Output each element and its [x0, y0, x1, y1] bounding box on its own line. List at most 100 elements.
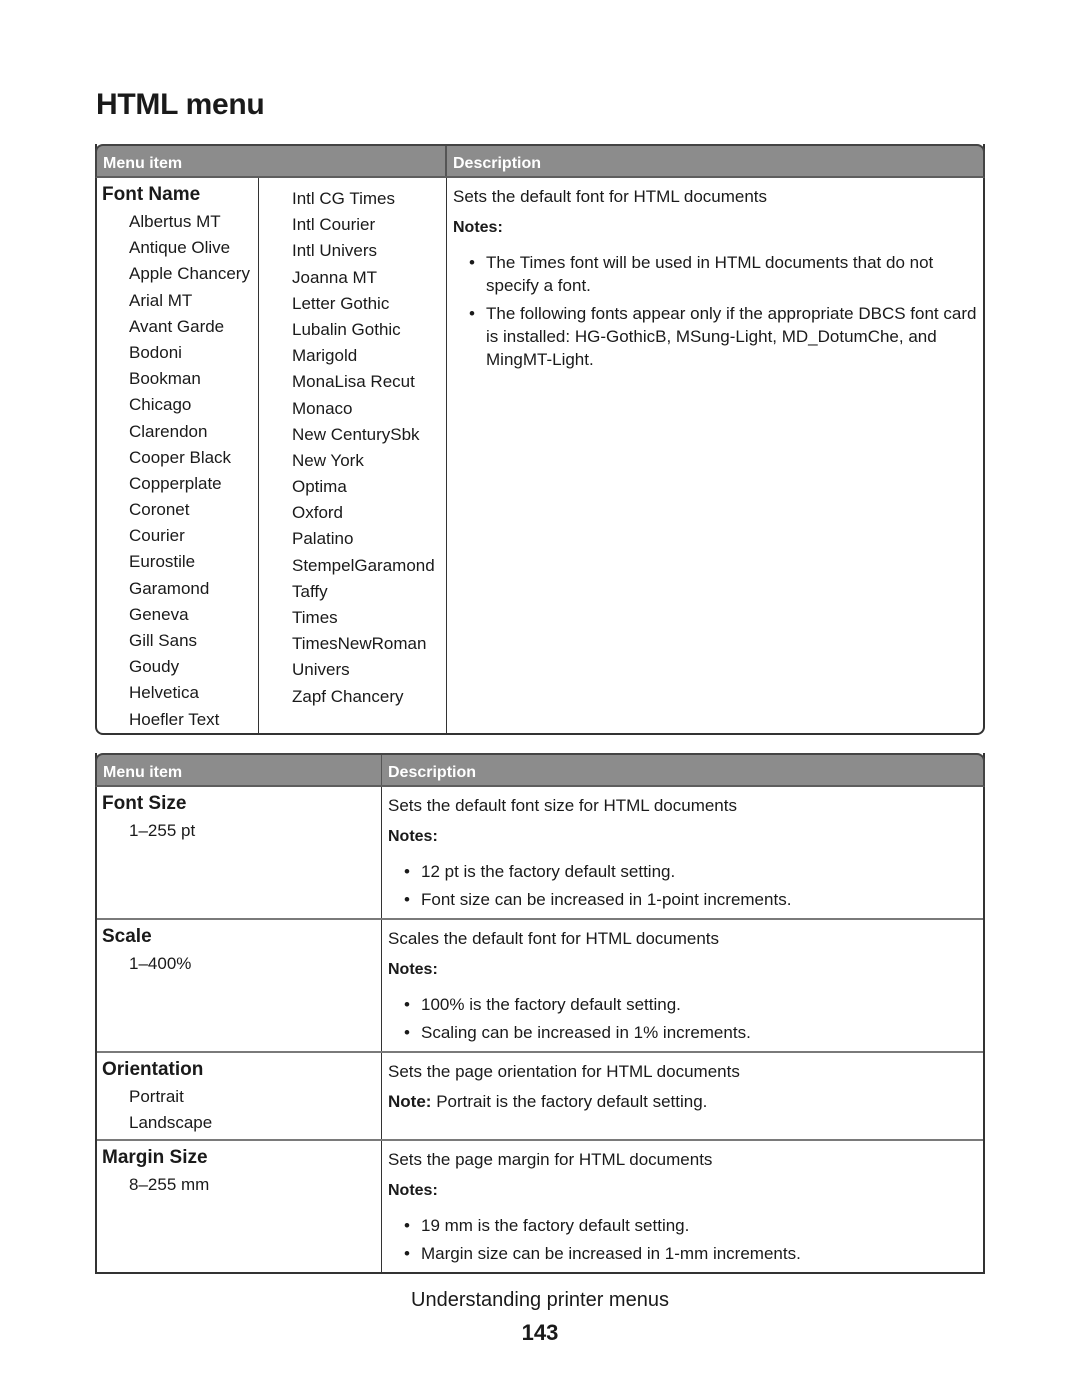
footer-section-title: Understanding printer menus	[411, 1289, 669, 1311]
font-option: Geneva	[129, 604, 189, 624]
note-item: The following fonts appear only if the a…	[469, 302, 977, 371]
note-item: 12 pt is the factory default setting.	[404, 860, 977, 883]
font-option: Courier	[129, 526, 185, 546]
font-option: MonaLisa Recut	[292, 372, 415, 392]
note-label: Note:	[388, 1092, 432, 1111]
option: 1–255 pt	[129, 821, 196, 840]
header-menu-item: Menu item	[97, 755, 382, 785]
description-cell: Sets the default font for HTML documents…	[447, 178, 983, 733]
font-option: Palatino	[292, 529, 354, 549]
option: Portrait	[129, 1087, 184, 1106]
notes-list: 19 mm is the factory default setting. Ma…	[388, 1214, 977, 1265]
table-row-font-size: Font Size 1–255 pt Sets the default font…	[97, 787, 983, 920]
font-option: Copperplate	[129, 473, 222, 493]
note-item: Margin size can be increased in 1-mm inc…	[404, 1242, 977, 1265]
table-row-orientation: Orientation Portrait Landscape Sets the …	[97, 1053, 983, 1141]
font-option: Eurostile	[129, 552, 196, 572]
font-option: New York	[292, 450, 364, 470]
table-header: Menu item Description	[95, 753, 985, 787]
font-option: Chicago	[129, 395, 192, 415]
menu-item-cell: Font Size 1–255 pt	[97, 787, 382, 918]
description-text: Sets the page margin for HTML documents	[388, 1150, 713, 1169]
font-option: TimesNewRoman	[292, 634, 427, 654]
note-item: 19 mm is the factory default setting.	[404, 1214, 977, 1237]
description-text: Sets the page orientation for HTML docum…	[388, 1062, 740, 1081]
option: 8–255 mm	[129, 1175, 210, 1194]
description-cell: Sets the default font size for HTML docu…	[382, 787, 983, 918]
menu-item-title: Margin Size	[102, 1147, 208, 1168]
notes-list: The Times font will be used in HTML docu…	[453, 251, 977, 371]
font-name-options-col2: Intl CG Times Intl Courier Intl Univers Joa…	[259, 178, 447, 733]
font-option: New CenturySbk	[292, 424, 420, 444]
font-option: Letter Gothic	[292, 293, 390, 313]
font-option: Helvetica	[129, 683, 199, 703]
font-option: Intl CG Times	[292, 189, 395, 208]
description-text: Scales the default font for HTML documen…	[388, 929, 720, 948]
font-name-options-col1: Font Name Albertus MT Antique Olive Apple …	[97, 178, 259, 733]
note-item: 100% is the factory default setting.	[404, 993, 977, 1016]
font-option: StempelGaramond	[292, 555, 435, 575]
table-row-margin-size: Margin Size 8–255 mm Sets the page margi…	[97, 1141, 983, 1272]
note-text: Portrait is the factory default setting.	[436, 1092, 708, 1111]
menu-item-title: Orientation	[102, 1059, 204, 1080]
font-option: Clarendon	[129, 421, 208, 441]
font-option: Marigold	[292, 346, 358, 366]
font-option: Taffy	[292, 581, 328, 601]
font-option: Arial MT	[129, 290, 193, 310]
note-item: Font size can be increased in 1-point in…	[404, 888, 977, 911]
font-option: Goudy	[129, 657, 180, 677]
font-option: Hoefler Text	[129, 709, 220, 729]
header-description: Description	[388, 764, 477, 781]
note-inline: Note: Portrait is the factory default se…	[388, 1092, 977, 1112]
note-item: The Times font will be used in HTML docu…	[469, 251, 977, 297]
menu-item-cell: Margin Size 8–255 mm	[97, 1141, 382, 1272]
notes-list: 100% is the factory default setting. Sca…	[388, 993, 977, 1044]
description-text: Sets the default font for HTML documents	[453, 187, 768, 206]
description-cell: Scales the default font for HTML documen…	[382, 920, 983, 1051]
font-option: Gill Sans	[129, 631, 198, 650]
font-option: Cooper Black	[129, 447, 232, 467]
option: 1–400%	[129, 954, 192, 973]
page-number: 143	[521, 1320, 559, 1345]
font-option: Monaco	[292, 398, 353, 418]
font-option: Lubalin Gothic	[292, 319, 401, 339]
note-item: Scaling can be increased in 1% increment…	[404, 1021, 977, 1044]
option: Landscape	[129, 1113, 213, 1133]
table-row: Font Name Albertus MT Antique Olive Apple …	[97, 178, 983, 733]
font-name-table: Menu item Description Font Name Albertus…	[95, 144, 985, 735]
menu-item-cell: Orientation Portrait Landscape	[97, 1053, 382, 1139]
font-option: Garamond	[129, 578, 210, 598]
table-row-scale: Scale 1–400% Scales the default font for…	[97, 920, 983, 1053]
notes-label: Notes:	[388, 828, 438, 845]
font-option: Joanna MT	[292, 267, 378, 287]
font-option: Intl Courier	[292, 215, 376, 235]
menu-item-cell: Scale 1–400%	[97, 920, 382, 1051]
font-option: Albertus MT	[129, 212, 221, 231]
description-text: Sets the default font size for HTML docu…	[388, 796, 737, 815]
notes-label: Notes:	[453, 219, 503, 236]
font-option: Zapf Chancery	[292, 686, 404, 706]
notes-label: Notes:	[388, 961, 438, 978]
notes-label: Notes:	[388, 1182, 438, 1199]
font-option: Optima	[292, 477, 347, 497]
header-menu-item: Menu item	[97, 146, 447, 176]
page-title: HTML menu	[96, 88, 265, 121]
font-option: Times	[292, 608, 338, 627]
font-option: Bodoni	[129, 342, 182, 362]
html-settings-table: Menu item Description Font Size 1–255 pt…	[95, 753, 985, 1274]
menu-item-title: Font Size	[102, 793, 187, 814]
font-option: Bookman	[129, 369, 201, 389]
description-cell: Sets the page orientation for HTML docum…	[382, 1053, 983, 1139]
header-description: Description	[453, 155, 542, 172]
font-option: Oxford	[292, 503, 344, 523]
font-option: Antique Olive	[129, 238, 231, 258]
font-option: Coronet	[129, 500, 190, 520]
font-option: Univers	[292, 660, 350, 680]
font-option: Avant Garde	[129, 316, 225, 336]
notes-list: 12 pt is the factory default setting. Fo…	[388, 860, 977, 911]
menu-item-title: Font Name	[102, 184, 201, 205]
menu-item-title: Scale	[102, 926, 152, 947]
font-option: Apple Chancery	[129, 264, 250, 284]
font-option: Intl Univers	[292, 241, 378, 261]
description-cell: Sets the page margin for HTML documents …	[382, 1141, 983, 1272]
